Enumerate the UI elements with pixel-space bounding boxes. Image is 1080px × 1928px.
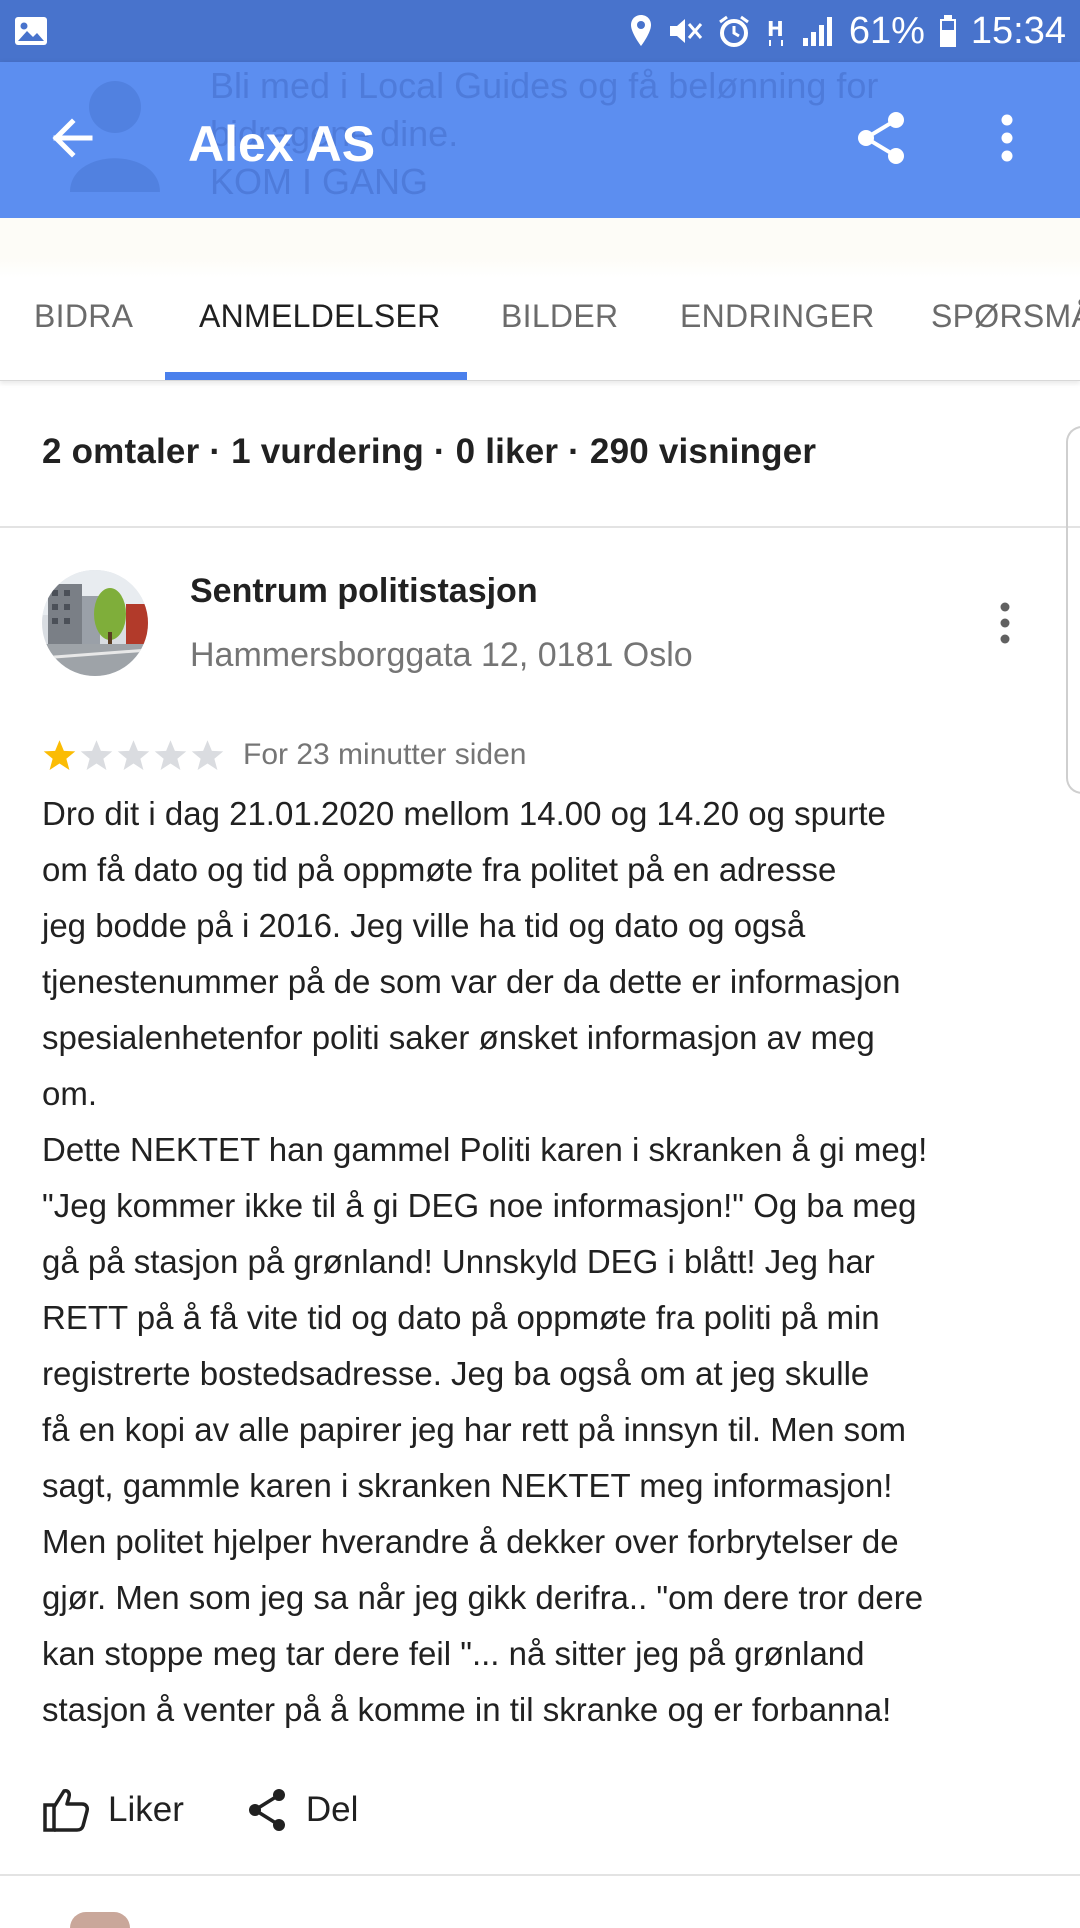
page-title: Alex AS	[188, 116, 376, 172]
arrow-left-icon	[52, 118, 93, 158]
battery-icon	[939, 14, 957, 48]
contribution-stats: 2 omtaler · 1 vurdering · 0 liker · 290 …	[42, 432, 817, 471]
svg-text:H: H	[767, 17, 784, 41]
more-vert-icon	[1001, 114, 1013, 162]
gallery-notification-icon	[14, 14, 48, 53]
share-icon	[858, 112, 904, 164]
back-button[interactable]	[44, 110, 100, 166]
signal-icon	[801, 14, 835, 48]
more-vert-icon	[1000, 602, 1010, 644]
share-review-button[interactable]: Del	[246, 1787, 359, 1833]
review-actions: Liker Del	[42, 1782, 420, 1838]
tab-bar: BIDRA ANMELDELSER BILDER ENDRINGER SPØRS…	[0, 218, 1080, 381]
place-photo-icon	[42, 570, 148, 676]
side-panel-edge	[1066, 426, 1080, 794]
star-empty-icon	[80, 739, 113, 770]
share-label: Del	[305, 1790, 359, 1829]
share-button[interactable]	[852, 108, 912, 168]
tab-anmeldelser[interactable]: ANMELDELSER	[199, 298, 441, 335]
app-bar: Bli med i Local Guides og få belønning f…	[0, 62, 1080, 218]
thumb-up-icon	[43, 1789, 89, 1832]
divider	[0, 526, 1080, 528]
tab-sporsmal[interactable]: SPØRSMÅ	[931, 298, 1080, 335]
tab-endringer[interactable]: ENDRINGER	[680, 298, 875, 335]
star-empty-icon	[117, 739, 150, 770]
more-options-button[interactable]	[990, 108, 1024, 168]
tab-bidra[interactable]: BIDRA	[34, 298, 133, 335]
alarm-icon	[717, 14, 751, 48]
rating-row: For 23 minutter siden	[42, 736, 526, 774]
mute-icon	[667, 14, 703, 48]
battery-percent: 61%	[848, 9, 925, 52]
star-empty-icon	[154, 739, 187, 770]
star-rating	[42, 738, 225, 773]
active-tab-indicator	[165, 372, 467, 380]
ghost-line-1: Bli med i Local Guides og få belønning f…	[210, 65, 879, 106]
place-name[interactable]: Sentrum politistasjon	[190, 572, 538, 611]
review-text: Dro dit i dag 21.01.2020 mellom 14.00 og…	[42, 795, 928, 1728]
place-thumbnail[interactable]	[42, 570, 148, 676]
data-h-icon: H	[765, 14, 787, 48]
star-filled-icon	[43, 739, 76, 770]
location-icon	[629, 14, 653, 48]
clock: 15:34	[970, 9, 1066, 52]
status-bar: H 61% 15:34	[0, 0, 1080, 62]
review-options-button[interactable]	[990, 598, 1020, 648]
tab-bilder[interactable]: BILDER	[501, 298, 618, 335]
next-review-avatar	[70, 1912, 130, 1928]
share-icon	[248, 1789, 285, 1831]
place-address: Hammersborggata 12, 0181 Oslo	[190, 636, 693, 674]
like-label: Liker	[108, 1790, 184, 1829]
review-time: For 23 minutter siden	[243, 738, 527, 771]
like-button[interactable]: Liker	[42, 1787, 184, 1833]
divider	[0, 1874, 1080, 1876]
star-empty-icon	[191, 739, 224, 770]
